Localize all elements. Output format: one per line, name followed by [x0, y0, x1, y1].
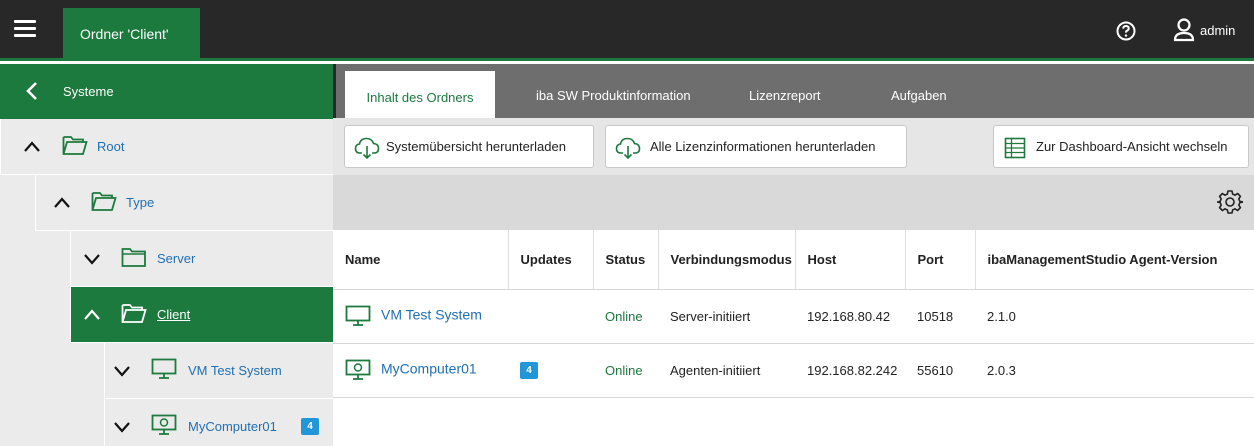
chevron-up-icon[interactable]: [83, 306, 101, 324]
download-overview-label: Systemübersicht herunterladen: [386, 139, 566, 154]
cell-name[interactable]: MyComputer01: [333, 343, 508, 398]
chevron-down-icon[interactable]: [113, 362, 131, 380]
tree-item-label: VM Test System: [188, 363, 282, 378]
user-icon[interactable]: [1173, 18, 1195, 42]
download-licenses-label: Alle Lizenzinformationen herunterladen: [650, 139, 876, 154]
tree-item-label: MyComputer01: [188, 419, 277, 434]
dashboard-view-label: Zur Dashboard-Ansicht wechseln: [1036, 139, 1228, 154]
system-link[interactable]: VM Test System: [381, 306, 482, 322]
tree-item-root[interactable]: Root: [0, 119, 333, 175]
cell-version: 2.0.3: [975, 343, 1254, 398]
cell-host: 192.168.82.242: [795, 343, 905, 398]
tree-item-type[interactable]: Type: [35, 175, 333, 231]
folder-open-icon: [62, 136, 88, 155]
top-bar: Ordner 'Client' admin: [0, 0, 1254, 61]
sidebar-back-label: Systeme: [63, 84, 114, 99]
download-overview-button[interactable]: Systemübersicht herunterladen: [344, 125, 594, 168]
tree-item-label: Root: [97, 139, 125, 154]
folder-tab[interactable]: Ordner 'Client': [63, 8, 200, 61]
cell-status: Online: [593, 289, 658, 344]
toolbar: Systemübersicht herunterladen Alle Lizen…: [333, 118, 1254, 175]
cell-host: 192.168.80.42: [795, 289, 905, 344]
col-header-host[interactable]: Host: [795, 230, 906, 290]
sidebar-back[interactable]: Systeme: [0, 64, 333, 119]
table-header-row: Name Updates Status Verbindungsmodus Hos…: [333, 230, 1254, 290]
cell-mode: Server-initiiert: [658, 289, 795, 344]
cloud-download-icon: [354, 137, 380, 160]
systems-table: Name Updates Status Verbindungsmodus Hos…: [333, 230, 1254, 398]
help-icon[interactable]: [1116, 21, 1136, 41]
col-header-updates[interactable]: Updates: [508, 230, 594, 290]
dashboard-view-button[interactable]: Zur Dashboard-Ansicht wechseln: [993, 125, 1249, 168]
col-header-mode[interactable]: Verbindungsmodus: [658, 230, 796, 290]
cell-updates: [508, 289, 593, 344]
col-header-agent-version[interactable]: ibaManagementStudio Agent-Version: [975, 230, 1254, 290]
update-badge[interactable]: 4: [520, 362, 538, 379]
folder-open-icon: [91, 192, 117, 211]
agent-computer-icon: [345, 359, 371, 380]
table-options-bar: [333, 175, 1254, 230]
cell-port: 10518: [905, 289, 975, 344]
tree-item-vm-test-system[interactable]: VM Test System: [104, 343, 333, 399]
cell-updates: 4: [508, 343, 593, 398]
tree-item-server[interactable]: Server: [70, 231, 333, 287]
sidebar: Systeme Root Type Server Client VM Test …: [0, 64, 333, 446]
computer-icon: [345, 305, 371, 326]
tree-item-client[interactable]: Client: [70, 287, 333, 343]
tree-item-label: Client: [157, 307, 191, 322]
table-row[interactable]: MyComputer01 4 Online Agenten-initiiert …: [333, 343, 1254, 398]
chevron-down-icon[interactable]: [83, 250, 101, 268]
tree-item-label: Server: [157, 251, 196, 266]
hamburger-menu-icon[interactable]: [14, 20, 36, 38]
col-header-name[interactable]: Name: [333, 230, 509, 290]
cell-name[interactable]: VM Test System: [333, 289, 508, 344]
cell-port: 55610: [905, 343, 975, 398]
tab-license-report[interactable]: Lizenzreport: [749, 88, 821, 103]
chevron-left-icon: [26, 82, 37, 100]
agent-computer-icon: [151, 414, 177, 435]
user-name[interactable]: admin: [1200, 23, 1235, 38]
tab-bar: Inhalt des Ordners iba SW Produktinforma…: [333, 64, 1254, 118]
table-grid-icon: [1004, 137, 1026, 159]
cell-version: 2.1.0: [975, 289, 1254, 344]
tab-folder-content[interactable]: Inhalt des Ordners: [345, 71, 495, 118]
folder-open-icon: [121, 304, 147, 323]
col-header-status[interactable]: Status: [593, 230, 659, 290]
tree-item-label: Type: [126, 195, 155, 210]
computer-icon: [151, 358, 177, 379]
col-header-port[interactable]: Port: [905, 230, 976, 290]
folder-icon: [121, 248, 146, 267]
tab-sw-product-info[interactable]: iba SW Produktinformation: [536, 88, 691, 103]
tab-tasks[interactable]: Aufgaben: [891, 88, 947, 103]
update-badge: 4: [301, 418, 319, 435]
download-licenses-button[interactable]: Alle Lizenzinformationen herunterladen: [605, 125, 907, 168]
cell-status: Online: [593, 343, 658, 398]
table-row[interactable]: VM Test System Online Server-initiiert 1…: [333, 289, 1254, 344]
cell-mode: Agenten-initiiert: [658, 343, 795, 398]
system-link[interactable]: MyComputer01: [381, 360, 477, 376]
chevron-up-icon[interactable]: [53, 194, 71, 212]
chevron-up-icon[interactable]: [23, 138, 41, 156]
chevron-down-icon[interactable]: [113, 418, 131, 436]
gear-icon[interactable]: [1217, 189, 1243, 215]
cloud-download-icon: [615, 137, 641, 160]
tree-item-mycomputer01[interactable]: MyComputer01 4: [104, 399, 333, 446]
